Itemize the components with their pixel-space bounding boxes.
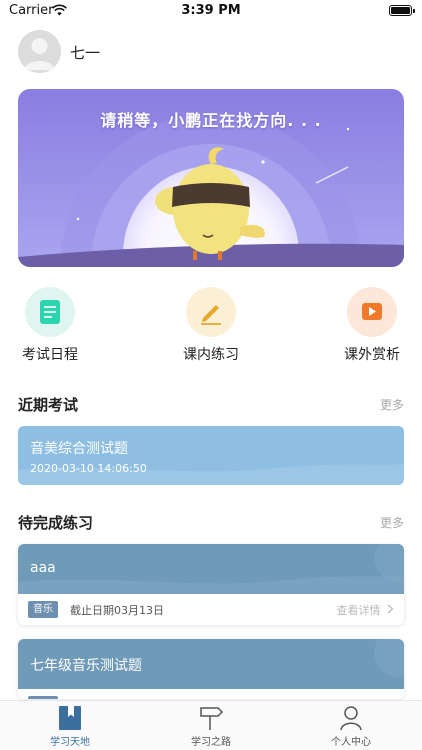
recent-exams-title: 近期考试	[18, 396, 79, 414]
banner-message: 请稍等，小鹏正在找方向. . .	[100, 111, 322, 130]
chevron-right-icon	[387, 604, 394, 614]
entry-class-practice[interactable]: 课内练习	[161, 287, 261, 364]
tab-bar: 学习天地 学习之路 个人中心	[0, 700, 422, 750]
practice-title: aaa	[30, 560, 56, 576]
entry-extracurricular[interactable]: 课外赏析	[322, 287, 422, 364]
status-bar: Carrier 3:39 PM	[0, 0, 422, 22]
tab-learning-world[interactable]: 学习天地	[20, 705, 120, 748]
practice-title: 七年级音乐测试题	[30, 658, 142, 674]
deadline-text: 截止日期03月13日	[70, 604, 164, 617]
pencil-icon	[186, 287, 236, 337]
entry-label: 考试日程	[22, 347, 78, 363]
pending-practice-more-link[interactable]: 更多	[380, 514, 404, 531]
user-avatar-icon	[18, 30, 61, 73]
practice-card-footer: 音乐 截止日期03月13日 查看详情	[18, 594, 404, 625]
user-name[interactable]: 七一	[70, 42, 100, 63]
practice-card-header: 七年级音乐测试题	[18, 639, 404, 689]
view-details-label: 查看详情	[336, 604, 381, 617]
tab-personal-center[interactable]: 个人中心	[301, 705, 401, 748]
signpost-icon	[200, 707, 224, 730]
subject-tag: 音乐	[28, 601, 58, 618]
loading-banner[interactable]: 请稍等，小鹏正在找方向. . .	[18, 89, 404, 267]
entry-label: 课外赏析	[344, 347, 400, 363]
exam-card[interactable]: 音美综合测试题 2020-03-10 14:06:50	[18, 426, 404, 485]
practice-card-header: aaa	[18, 544, 404, 594]
practice-card[interactable]: 七年级音乐测试题	[18, 639, 404, 699]
play-icon	[347, 287, 397, 337]
practice-card-footer	[18, 689, 404, 699]
recent-exams-more-link[interactable]: 更多	[380, 396, 404, 413]
practice-card[interactable]: aaa 音乐 截止日期03月13日 查看详情	[18, 544, 404, 625]
pending-practice-title: 待完成练习	[18, 514, 94, 532]
bookmark-book-icon	[59, 706, 81, 730]
person-icon	[340, 706, 362, 731]
entry-exam-schedule[interactable]: 考试日程	[0, 287, 100, 364]
tab-label: 学习之路	[191, 737, 231, 748]
card-wave-decoration	[18, 544, 404, 594]
exam-title: 音美综合测试题	[30, 441, 128, 457]
status-time: 3:39 PM	[181, 3, 241, 18]
entry-label: 课内练习	[183, 347, 239, 363]
subject-tag	[28, 696, 58, 699]
tab-learning-path[interactable]: 学习之路	[161, 705, 261, 748]
avatar[interactable]	[18, 30, 61, 73]
tab-label: 个人中心	[331, 737, 371, 748]
view-details-link[interactable]: 查看详情	[337, 602, 395, 618]
battery-icon	[389, 5, 415, 16]
exam-time: 2020-03-10 14:06:50	[30, 462, 147, 475]
document-icon	[25, 287, 75, 337]
tab-label: 学习天地	[50, 737, 90, 748]
